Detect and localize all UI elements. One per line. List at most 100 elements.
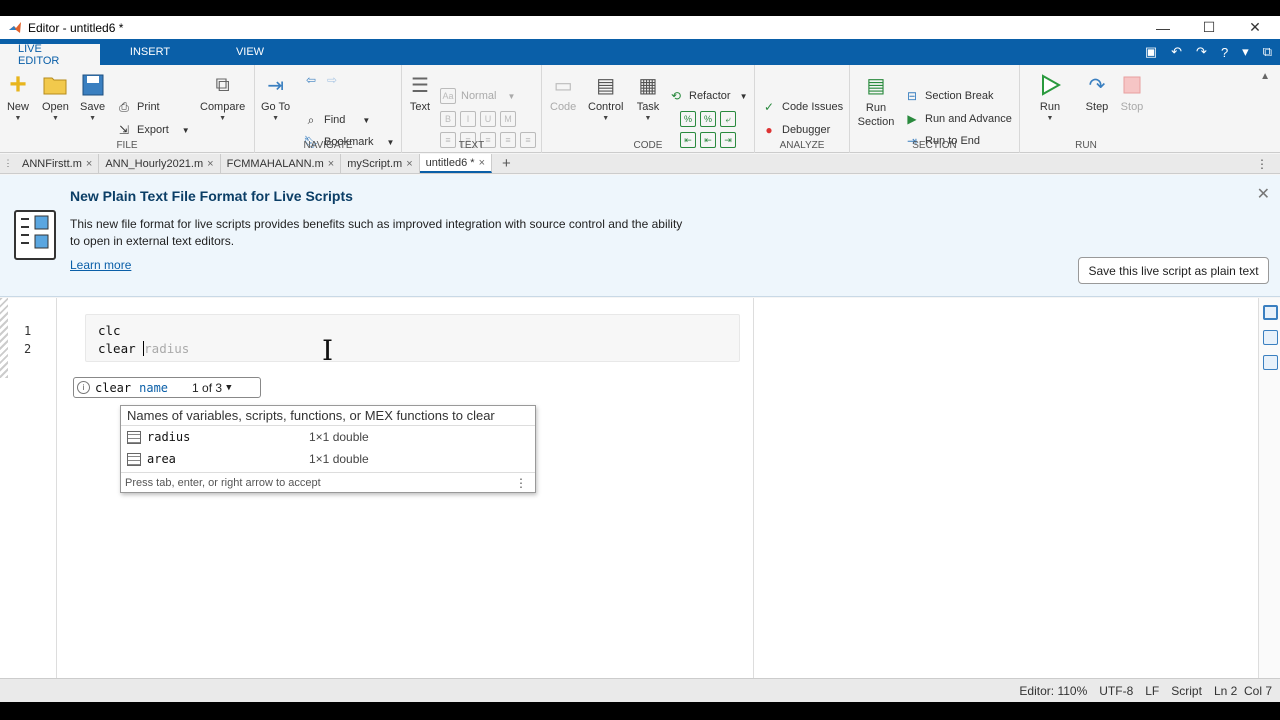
close-icon[interactable]: × (86, 158, 92, 170)
encoding[interactable]: UTF-8 (1099, 684, 1133, 698)
file-type[interactable]: Script (1171, 684, 1202, 698)
undo-icon[interactable]: ↶ (1171, 44, 1182, 60)
refactor-button[interactable]: ⟲ Refactor ▼ (668, 87, 748, 105)
doc-tab-active[interactable]: untitled6 * × (419, 154, 493, 173)
typed-text: clear (98, 341, 144, 356)
navigate-group: ⇥ Go To ▼ ⇦ ⇨ ⌕ Find ▼ 🔖︎ Bookmark ▼ NAVIGATE (255, 65, 402, 153)
debugger-button[interactable]: ● Debugger (761, 121, 830, 139)
run-section-button[interactable]: ▤ Run Section (856, 73, 896, 129)
close-icon[interactable]: ✕ (1257, 184, 1270, 204)
debugger-label: Debugger (782, 124, 831, 136)
nav-back-forward[interactable]: ⇦ ⇨ (303, 71, 340, 89)
doc-tab[interactable]: FCMMAHALANN.m × (221, 154, 342, 173)
save-plain-text-button[interactable]: Save this live script as plain text (1078, 257, 1269, 284)
maximize-button[interactable]: ☐ (1186, 16, 1232, 39)
doc-tab-label: ANNFirstt.m (22, 157, 82, 170)
zoom-level[interactable]: Editor: 110% (1019, 684, 1087, 698)
new-tab-icon[interactable]: + (492, 154, 521, 173)
close-icon[interactable]: × (479, 157, 485, 169)
italic-icon[interactable]: I (460, 111, 476, 127)
code-issues-icon: ✓ (763, 100, 775, 114)
code-line[interactable]: clear radius (98, 341, 189, 356)
banner-text: This new file format for live scripts pr… (70, 217, 683, 248)
code-group: ▭ Code ▤ Control ▼ ▦ Task ▼ ⟲ Refactor ▼ %… (542, 65, 755, 153)
tab-list-icon[interactable]: ⋮ (0, 154, 16, 173)
save-icon[interactable]: ▣ (1145, 44, 1157, 60)
run-and-advance-button[interactable]: ▶ Run and Advance (904, 110, 1012, 128)
output-right-icon[interactable] (1263, 305, 1278, 320)
doc-tab-label: myScript.m (347, 157, 403, 170)
code-line[interactable]: clc (98, 323, 121, 338)
info-icon[interactable]: i (77, 381, 90, 394)
comment-icon[interactable]: % (680, 111, 696, 127)
redo-icon[interactable]: ↷ (1196, 44, 1207, 60)
document-tabs: ⋮ ANNFirstt.m × ANN_Hourly2021.m × FCMMAHA… (0, 154, 1280, 174)
status-bar: Editor: 110% UTF-8 LF Script Ln 2 Col 7 (0, 678, 1280, 702)
goto-button[interactable]: ⇥ Go To ▼ (261, 73, 290, 123)
underline-icon[interactable]: U (480, 111, 496, 127)
more-options-icon[interactable]: ⋮ (515, 476, 527, 490)
completion-item[interactable]: radius 1×1 double (121, 426, 535, 448)
code-issues-button[interactable]: ✓ Code Issues (761, 98, 843, 116)
code-button[interactable]: ▭ Code (550, 73, 576, 114)
control-button[interactable]: ▤ Control ▼ (588, 73, 624, 123)
save-button[interactable]: Save ▼ (80, 73, 105, 122)
wrap-comment-icon[interactable]: ⤶ (720, 111, 736, 127)
step-icon: ↷ (1088, 74, 1106, 97)
open-button[interactable]: Open ▼ (42, 73, 69, 122)
print-button[interactable]: ⎙ Print (116, 98, 159, 116)
run-button[interactable]: Run ▼ (1038, 73, 1062, 122)
export-button[interactable]: ⇲ Export ▼ (116, 121, 190, 139)
hide-code-icon[interactable] (1263, 355, 1278, 370)
compare-label: Compare (200, 101, 246, 113)
uncomment-icon[interactable]: % (700, 111, 716, 127)
close-icon[interactable]: × (406, 158, 412, 170)
live-editor-area[interactable]: 1 2 clc clear radius I i clear name 1 of… (0, 298, 1280, 678)
chevron-down-icon: ▼ (739, 91, 748, 101)
tab-live-editor[interactable]: LIVE EDITOR (0, 41, 100, 67)
doc-tab[interactable]: ANN_Hourly2021.m × (99, 154, 221, 173)
style-dropdown[interactable]: Aa Normal ▼ (440, 87, 515, 105)
control-label: Control (588, 101, 624, 113)
doc-tab-label: untitled6 * (425, 156, 475, 169)
learn-more-link[interactable]: Learn more (70, 258, 131, 272)
tab-insert[interactable]: INSERT (100, 39, 200, 65)
completion-item[interactable]: area 1×1 double (121, 448, 535, 470)
function-signature-hint[interactable]: i clear name 1 of 3 ▼ (73, 377, 261, 398)
expand-ribbon-icon[interactable]: ▲ (1260, 71, 1270, 82)
output-inline-icon[interactable] (1263, 330, 1278, 345)
ribbon-tab-strip: LIVE EDITOR INSERT VIEW ▣ ↶ ↷ ? ▾ ⧉ (0, 39, 1280, 67)
signature-count: 1 of 3 (192, 380, 223, 395)
minimize-button[interactable]: — (1140, 16, 1186, 39)
task-button[interactable]: ▦ Task ▼ (636, 73, 660, 123)
monospace-icon[interactable]: M (500, 111, 516, 127)
dock-icon[interactable]: ⧉ (1263, 44, 1272, 60)
find-button[interactable]: ⌕ Find ▼ (303, 111, 371, 129)
collapse-icon[interactable]: ▾ (1242, 44, 1249, 60)
doc-tab[interactable]: myScript.m × (341, 154, 420, 173)
bold-icon[interactable]: B (440, 111, 456, 127)
close-icon[interactable]: × (207, 158, 213, 170)
close-icon[interactable]: × (328, 158, 334, 170)
chevron-down-icon[interactable]: ▼ (226, 383, 231, 393)
output-pane-divider[interactable] (753, 298, 754, 678)
run-and-advance-label: Run and Advance (925, 113, 1012, 125)
run-indicator-bar (0, 298, 8, 378)
stop-button[interactable]: Stop (1120, 73, 1144, 113)
doc-tab[interactable]: ANNFirstt.m × (16, 154, 100, 173)
line-ending[interactable]: LF (1145, 684, 1159, 698)
folder-icon (43, 73, 67, 97)
compare-button[interactable]: ⧉ Compare ▼ (200, 73, 246, 123)
code-group-label: CODE (633, 140, 663, 151)
task-label: Task (636, 101, 660, 113)
chevron-down-icon: ▼ (507, 91, 516, 101)
more-options-icon[interactable]: ⋮ (1256, 157, 1268, 171)
new-button[interactable]: + New ▼ (6, 68, 30, 122)
text-button[interactable]: ☰ Text (408, 73, 432, 114)
tab-view[interactable]: VIEW (200, 39, 300, 65)
step-button[interactable]: ↷ Step (1085, 73, 1109, 114)
section-break-button[interactable]: ⊟ Section Break (904, 87, 994, 105)
run-label: Run (1039, 101, 1061, 113)
close-window-button[interactable]: ✕ (1232, 16, 1278, 39)
help-icon[interactable]: ? (1221, 45, 1228, 60)
